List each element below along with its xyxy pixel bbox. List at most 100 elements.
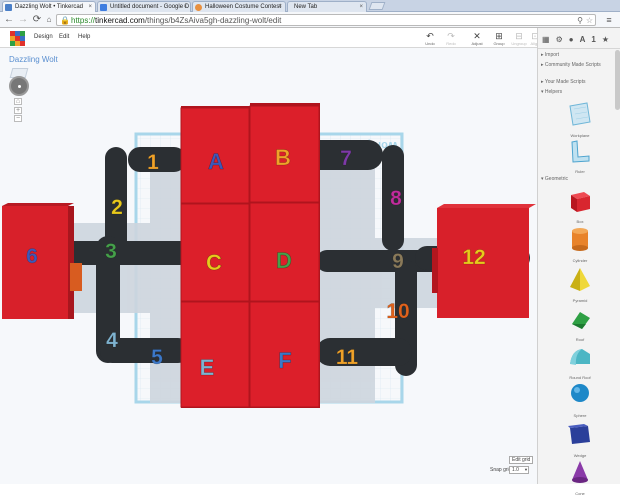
sphere-icon [571, 384, 589, 402]
tab-title: Dazzling Wolt • Tinkercad [15, 4, 84, 10]
tab-close-icon[interactable]: × [278, 2, 282, 12]
address-bar-row: ← → ⟳ ⌂ 🔒 https://tinkercad.com/things/b… [0, 12, 620, 28]
number-label: 4 [106, 329, 118, 352]
section-label: Community Made Scripts [544, 62, 601, 68]
tinkercad-logo-icon[interactable] [10, 31, 25, 46]
shape-label: Pyramid [572, 298, 588, 303]
block-letter: E [200, 355, 215, 380]
shape-sphere[interactable]: Sphere [542, 380, 618, 418]
tab-title: Untitled document - Google D [110, 4, 190, 10]
redo-button[interactable]: ↷ Redo [440, 32, 462, 47]
letter-icon[interactable]: A [580, 35, 586, 44]
undo-label: Undo [425, 41, 435, 46]
shape-cylinder[interactable]: Cylinder [542, 225, 618, 263]
shape-pyramid[interactable]: Pyramid [542, 265, 618, 303]
tab-favicon-icon [5, 4, 12, 11]
browser-tab[interactable]: Halloween Costume Contest × [192, 1, 286, 12]
section-community-scripts[interactable]: ▸ Community Made Scripts [541, 62, 617, 68]
sphere-view-icon[interactable]: ● [569, 35, 574, 44]
adjust-icon: ✕ [473, 31, 481, 41]
menu-help[interactable]: Help [78, 34, 90, 40]
number-icon[interactable]: 1 [591, 35, 595, 44]
divider [538, 48, 620, 49]
edit-grid-button[interactable]: Edit grid [509, 456, 534, 464]
workplane-icon [569, 102, 591, 126]
scene-svg: Workplane [2, 103, 536, 408]
browser-tab[interactable]: Untitled document - Google D × [97, 1, 191, 12]
cog-icon[interactable]: ⚙ [556, 35, 563, 44]
number-label: 3 [105, 240, 117, 263]
chevron-down-icon: ▼ [524, 467, 528, 472]
url-path: /things/b4ZsAiva5gh-dazzling-wolt/edit [144, 16, 282, 25]
number-label: 9 [392, 250, 404, 273]
tab-close-icon[interactable]: × [359, 2, 363, 12]
menu-design[interactable]: Design [34, 34, 53, 40]
shape-box[interactable]: Box [542, 186, 618, 224]
helper-workplane[interactable]: Workplane [542, 100, 618, 138]
roof-icon [572, 312, 590, 329]
app-toolbar: Design Edit Help ↶ Undo ↷ Redo ✕ Adjust ⊞ Gr… [0, 28, 620, 48]
view-toggle-icons: ▦ ⚙ ● A 1 ★ [542, 35, 609, 44]
group-label: Group [493, 41, 505, 46]
lock-icon: 🔒 [60, 16, 70, 25]
browser-tab[interactable]: Dazzling Wolt • Tinkercad × [2, 1, 96, 12]
tab-close-icon[interactable]: × [183, 2, 187, 12]
tab-close-icon[interactable]: × [88, 2, 92, 12]
sidebar-scrollbar[interactable] [615, 50, 620, 110]
box-icon [571, 192, 590, 212]
grid-view-icon[interactable]: ▦ [542, 35, 550, 44]
section-label: Geometric [544, 176, 568, 182]
shape-label: Box [576, 219, 584, 224]
block-e[interactable] [180, 301, 250, 408]
search-icon[interactable]: ⚲ [577, 15, 583, 26]
number-label: 11 [336, 346, 359, 369]
workplane-canvas[interactable]: Dazzling Wolt ⌂ + − Workplane [0, 48, 537, 484]
menu-edit[interactable]: Edit [59, 34, 69, 40]
number-label: 8 [390, 187, 402, 210]
browser-menu-icon[interactable]: ≡ [603, 14, 615, 26]
shape-label: Sphere [573, 413, 587, 418]
block-letter: D [276, 248, 292, 273]
shape-round-roof[interactable]: Round Roof [542, 342, 618, 380]
round-roof-icon [570, 349, 590, 365]
back-arrow-icon[interactable]: ← [3, 14, 15, 26]
undo-button[interactable]: ↶ Undo [419, 31, 441, 47]
number-label: 5 [151, 346, 163, 369]
group-button[interactable]: ⊞ Group [488, 32, 510, 47]
shape-label: Cone [575, 491, 585, 496]
url-scheme: https:// [71, 16, 96, 25]
shape-roof[interactable]: Roof [542, 304, 618, 342]
number-label: 2 [111, 196, 123, 219]
shape-wedge[interactable]: Wedge [542, 420, 618, 458]
home-icon[interactable]: ⌂ [43, 14, 55, 26]
section-geometric[interactable]: ▾ Geometric [541, 176, 568, 182]
adjust-button[interactable]: ✕ Adjust [466, 31, 488, 47]
wedge-icon [568, 424, 590, 444]
section-import[interactable]: ▸ Import [541, 52, 559, 58]
reload-icon[interactable]: ⟳ [31, 14, 43, 26]
new-tab-button[interactable] [368, 2, 386, 10]
undo-icon: ↶ [426, 31, 434, 41]
helper-ruler[interactable]: Ruler [542, 138, 618, 174]
block-letter: B [275, 145, 291, 170]
star-icon[interactable]: ★ [602, 35, 609, 44]
shape-cone[interactable]: Cone [542, 458, 618, 496]
url-field[interactable]: 🔒 https://tinkercad.com/things/b4ZsAiva5… [56, 14, 596, 26]
url-host: tinkercad.com [95, 16, 145, 25]
bookmark-star-icon[interactable]: ☆ [586, 15, 593, 26]
block-letter: F [278, 348, 291, 373]
section-helpers[interactable]: ▾ Helpers [541, 89, 562, 95]
number-label: 10 [386, 300, 409, 323]
snap-grid-select[interactable]: 1.0 ▼ [509, 466, 529, 474]
browser-tab[interactable]: New Tab × [287, 1, 367, 12]
forward-arrow-icon[interactable]: → [17, 14, 29, 26]
pyramid-icon [570, 268, 590, 291]
section-label: Helpers [544, 89, 563, 95]
side-box-left[interactable] [2, 203, 82, 319]
block-letter: C [206, 250, 222, 275]
number-label: 12 [462, 246, 485, 269]
cylinder-icon [572, 228, 588, 251]
section-your-scripts[interactable]: ▸ Your Made Scripts [541, 79, 585, 85]
section-label: Your Made Scripts [544, 79, 586, 85]
snap-grid-value: 1.0 [512, 467, 519, 473]
